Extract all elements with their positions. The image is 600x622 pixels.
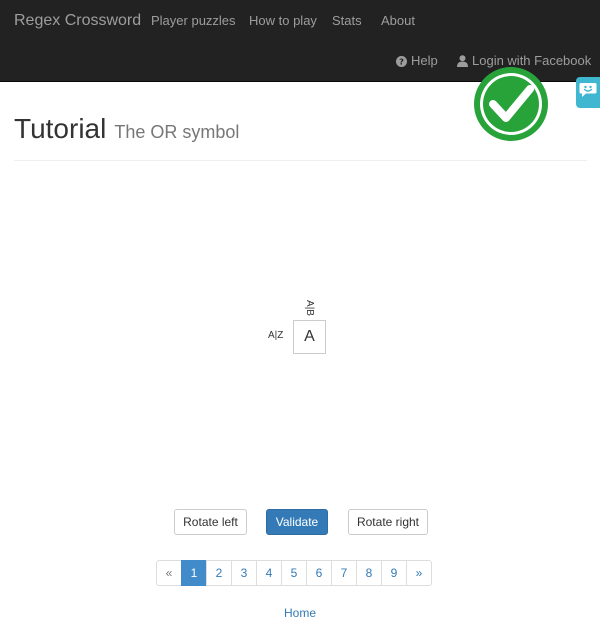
- validate-button[interactable]: Validate: [266, 509, 328, 535]
- header-divider: [14, 160, 587, 161]
- feedback-tab[interactable]: [576, 77, 600, 108]
- pagination-page-4[interactable]: 4: [256, 560, 282, 586]
- row-clue: A|Z: [268, 330, 284, 341]
- pagination-page-1[interactable]: 1: [181, 560, 207, 586]
- brand-link[interactable]: Regex Crossword: [14, 11, 141, 31]
- pagination-page-6[interactable]: 6: [306, 560, 332, 586]
- page-subtitle: The OR symbol: [114, 122, 240, 142]
- pagination-page-5[interactable]: 5: [281, 560, 307, 586]
- pagination: « 1 2 3 4 5 6 7 8 9 »: [156, 560, 432, 586]
- pagination-page-2[interactable]: 2: [206, 560, 232, 586]
- nav-how-to-play[interactable]: How to play: [249, 13, 317, 29]
- pagination-prev[interactable]: «: [156, 560, 182, 586]
- nav-about[interactable]: About: [381, 13, 415, 29]
- pagination-page-7[interactable]: 7: [331, 560, 357, 586]
- help-link[interactable]: ? Help: [396, 53, 438, 69]
- svg-text:?: ?: [399, 56, 404, 66]
- question-circle-icon: ?: [396, 55, 407, 67]
- puzzle-cell[interactable]: A: [293, 320, 326, 354]
- pagination-page-3[interactable]: 3: [231, 560, 257, 586]
- page-header: Tutorial The OR symbol: [14, 112, 239, 146]
- nav-player-puzzles[interactable]: Player puzzles: [151, 13, 236, 29]
- chat-smile-icon: [579, 82, 597, 103]
- nav-stats[interactable]: Stats: [332, 13, 362, 29]
- column-clue-text: A|B: [304, 300, 315, 316]
- solved-check-icon: [473, 66, 549, 142]
- home-link[interactable]: Home: [0, 606, 600, 620]
- pagination-page-9[interactable]: 9: [381, 560, 407, 586]
- pagination-next[interactable]: »: [406, 560, 432, 586]
- help-label: Help: [411, 53, 438, 68]
- column-clue: A|B: [301, 298, 317, 318]
- rotate-left-button[interactable]: Rotate left: [174, 509, 247, 535]
- page-title: Tutorial: [14, 113, 107, 144]
- rotate-right-button[interactable]: Rotate right: [348, 509, 428, 535]
- pagination-page-8[interactable]: 8: [356, 560, 382, 586]
- user-icon: [457, 55, 468, 67]
